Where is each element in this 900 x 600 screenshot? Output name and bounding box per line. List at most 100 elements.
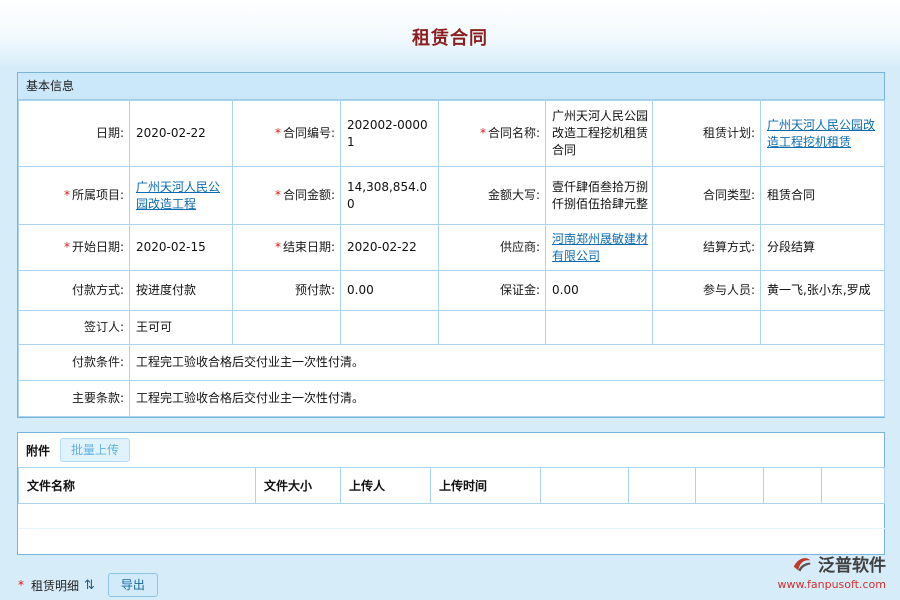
empty-cell [341,311,439,345]
fanpu-logo-text: 泛普软件 [818,551,886,576]
field-main-clauses-value: 工程完工验收合格后交付业主一次性付清。 [130,381,885,417]
field-payment-method-label: 付款方式: [19,271,130,311]
column-empty [822,468,885,504]
label-text: 供应商: [500,240,540,254]
attachments-label: 附件 [26,442,50,459]
field-contract-name-label: *合同名称: [439,101,546,167]
field-signer-label: 签订人: [19,311,130,345]
label-text: 金额大写: [488,188,540,202]
label-text: 结算方式: [703,240,755,254]
label-text: 开始日期: [72,240,124,254]
attachments-empty-row [19,504,885,529]
empty-cell [233,311,341,345]
fanpu-logo-url: www.fanpusoft.com [778,578,886,591]
column-file-name: 文件名称 [19,468,256,504]
field-lease-plan-value: 广州天河人民公园改造工程挖机租赁 [761,101,885,167]
field-payment-terms-value: 工程完工验收合格后交付业主一次性付清。 [130,345,885,381]
field-end-date-label: *结束日期: [233,225,341,271]
attachments-header-row: 文件名称 文件大小 上传人 上传时间 [19,468,885,504]
field-start-date-label: *开始日期: [19,225,130,271]
lease-detail-bar: * 租赁明细 ⇅ 导出 [18,573,158,597]
field-participants-label: 参与人员: [653,271,761,311]
field-lease-plan-label: 租赁计划: [653,101,761,167]
field-amount-words-value: 壹仟肆佰叁拾万捌仟捌佰伍拾肆元整 [546,167,653,225]
field-project-label: *所属项目: [19,167,130,225]
required-mark: * [64,240,70,254]
field-date-value: 2020-02-22 [130,101,233,167]
lease-plan-link[interactable]: 广州天河人民公园改造工程挖机租赁 [767,118,875,149]
required-mark: * [275,188,281,202]
field-end-date-value: 2020-02-22 [341,225,439,271]
export-button[interactable]: 导出 [108,573,158,597]
fanpu-logo-row: 泛普软件 [778,551,886,576]
fanpu-logo-icon [791,553,813,575]
empty-cell [761,311,885,345]
label-text: 付款条件: [72,355,124,369]
attachments-table: 文件名称 文件大小 上传人 上传时间 [18,467,885,529]
label-text: 日期: [96,126,124,140]
field-settlement-value: 分段结算 [761,225,885,271]
label-text: 租赁计划: [703,126,755,140]
required-mark: * [480,126,486,140]
empty-file-row [19,504,885,529]
column-empty [696,468,764,504]
field-contract-type-label: 合同类型: [653,167,761,225]
basic-info-row: 主要条款: 工程完工验收合格后交付业主一次性付清。 [19,381,885,417]
field-start-date-value: 2020-02-15 [130,225,233,271]
field-contract-name-value: 广州天河人民公园改造工程挖机租赁合同 [546,101,653,167]
field-advance-payment-value: 0.00 [341,271,439,311]
empty-cell [653,311,761,345]
label-text: 合同名称: [488,126,540,140]
field-payment-terms-label: 付款条件: [19,345,130,381]
field-payment-method-value: 按进度付款 [130,271,233,311]
supplier-link[interactable]: 河南郑州晟敏建材有限公司 [552,232,648,263]
column-empty [541,468,629,504]
field-date-label: 日期: [19,101,130,167]
basic-info-row: 日期: 2020-02-22 *合同编号: 202002-00001 *合同名称… [19,101,885,167]
field-amount-words-label: 金额大写: [439,167,546,225]
required-mark: * [275,126,281,140]
field-supplier-label: 供应商: [439,225,546,271]
label-text: 参与人员: [703,283,755,297]
column-file-size: 文件大小 [256,468,341,504]
attachments-toolbar: 附件 批量上传 [18,433,884,467]
field-contract-type-value: 租赁合同 [761,167,885,225]
field-signer-value: 王可可 [130,311,233,345]
label-text: 预付款: [295,283,335,297]
label-text: 付款方式: [72,283,124,297]
batch-upload-button[interactable]: 批量上传 [60,438,130,462]
required-mark: * [18,578,24,592]
field-main-clauses-label: 主要条款: [19,381,130,417]
field-contract-amount-label: *合同金额: [233,167,341,225]
basic-info-row: 付款方式: 按进度付款 预付款: 0.00 保证金: 0.00 参与人员: 黄一… [19,271,885,311]
basic-info-panel: 基本信息 日期: 2020-02-22 *合同编号: 202002-00001 … [17,72,885,418]
basic-info-table: 日期: 2020-02-22 *合同编号: 202002-00001 *合同名称… [18,100,885,417]
field-contract-amount-value: 14,308,854.00 [341,167,439,225]
label-text: 合同类型: [703,188,755,202]
label-text: 合同金额: [283,188,335,202]
required-mark: * [64,188,70,202]
fanpu-logo: 泛普软件 www.fanpusoft.com [778,551,886,591]
label-text: 合同编号: [283,126,335,140]
project-link[interactable]: 广州天河人民公园改造工程 [136,180,220,211]
basic-info-row: 付款条件: 工程完工验收合格后交付业主一次性付清。 [19,345,885,381]
column-uploader: 上传人 [341,468,431,504]
field-contract-no-label: *合同编号: [233,101,341,167]
required-mark: * [275,240,281,254]
field-project-value: 广州天河人民公园改造工程 [130,167,233,225]
column-empty [629,468,696,504]
field-deposit-value: 0.00 [546,271,653,311]
label-text: 结束日期: [283,240,335,254]
page-title: 租赁合同 [0,24,900,50]
label-text: 主要条款: [72,391,124,405]
column-empty [764,468,822,504]
sort-icon[interactable]: ⇅ [84,579,95,592]
column-upload-time: 上传时间 [431,468,541,504]
basic-info-row: 签订人: 王可可 [19,311,885,345]
field-advance-payment-label: 预付款: [233,271,341,311]
empty-cell [546,311,653,345]
attachments-panel: 附件 批量上传 文件名称 文件大小 上传人 上传时间 [17,432,885,555]
field-supplier-value: 河南郑州晟敏建材有限公司 [546,225,653,271]
basic-info-row: *所属项目: 广州天河人民公园改造工程 *合同金额: 14,308,854.00… [19,167,885,225]
basic-info-header: 基本信息 [18,73,884,100]
